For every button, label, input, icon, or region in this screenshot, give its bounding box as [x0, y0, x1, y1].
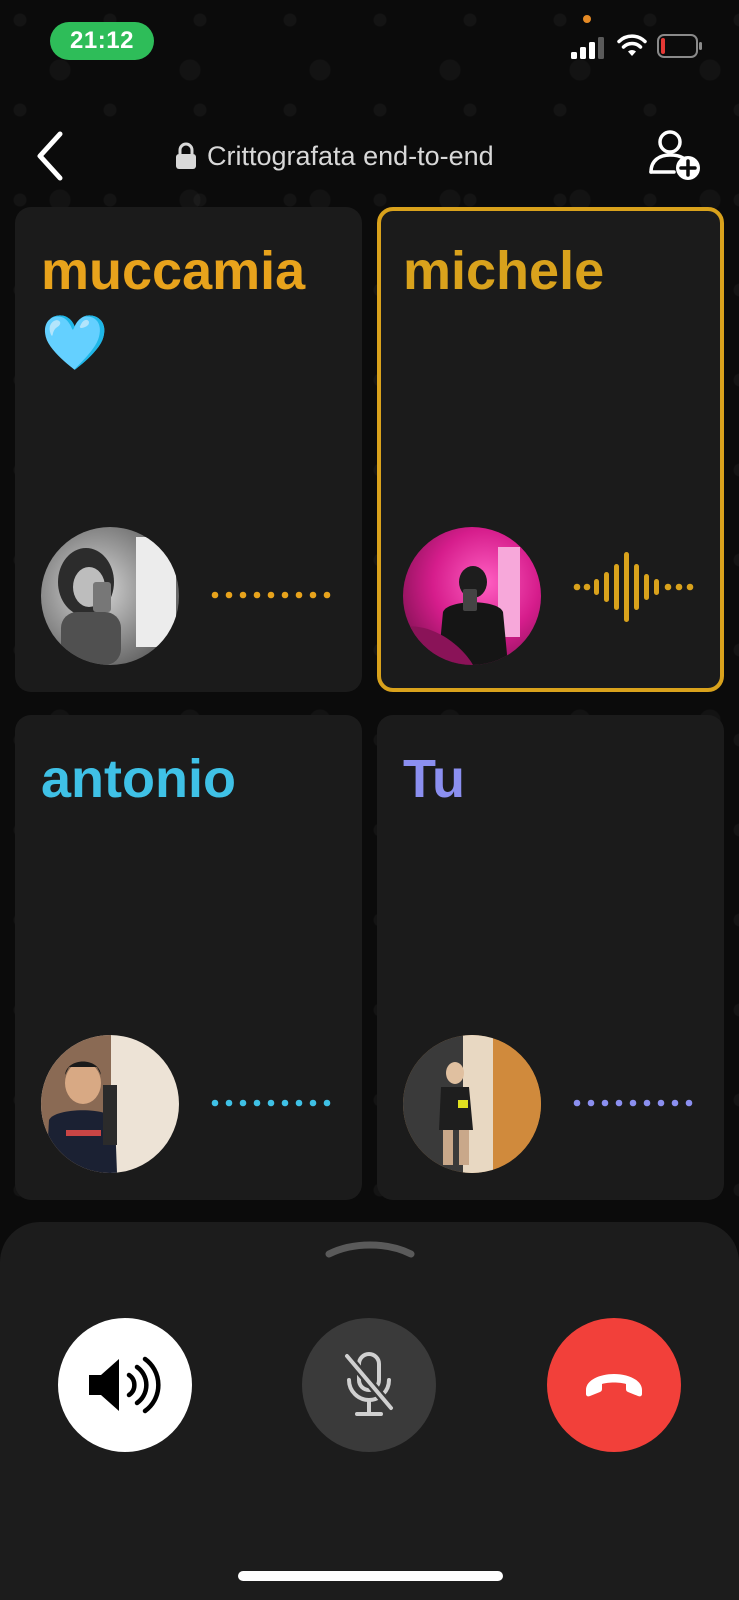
status-time: 21:12: [50, 22, 154, 60]
participant-name: antonio: [41, 749, 236, 809]
connecting-dots-indicator: [211, 1099, 331, 1107]
phone-hangup-icon: [586, 1374, 642, 1397]
connecting-dots-indicator: [573, 1099, 693, 1107]
microphone-muted-icon: [342, 1351, 396, 1416]
privacy-indicator-dot: [583, 15, 591, 23]
cellular-signal-icon: [571, 37, 604, 59]
speaker-button[interactable]: [58, 1318, 192, 1452]
mute-microphone-button[interactable]: [302, 1318, 436, 1452]
speaker-icon: [89, 1356, 161, 1414]
avatar: [403, 527, 541, 665]
encryption-notice: Crittografata end-to-end: [175, 138, 494, 174]
participant-tile-antonio[interactable]: antonio: [15, 715, 362, 1200]
participant-name: Tu: [403, 749, 465, 809]
wifi-icon: [617, 34, 647, 56]
avatar: [403, 1035, 541, 1173]
add-person-icon: [649, 130, 700, 180]
add-participant-button[interactable]: [648, 128, 702, 184]
encryption-label: Crittografata end-to-end: [207, 140, 494, 171]
connecting-dots-indicator: [211, 591, 331, 599]
status-bar: 21:12: [0, 0, 739, 90]
call-controls-panel: [0, 1222, 739, 1600]
end-call-button[interactable]: [547, 1318, 681, 1452]
avatar: [41, 527, 179, 665]
avatar: [41, 1035, 179, 1173]
participant-name: muccamia🩵: [41, 241, 306, 373]
back-button[interactable]: [30, 126, 74, 186]
expand-panel-handle[interactable]: [323, 1236, 417, 1260]
participant-tile-michele[interactable]: michele: [377, 207, 724, 692]
participant-tile-muccamia[interactable]: muccamia🩵: [15, 207, 362, 692]
participant-name: michele: [403, 241, 605, 301]
speaking-waveform-icon: [573, 552, 694, 622]
lock-icon: [176, 142, 196, 169]
participant-tile-self[interactable]: Tu: [377, 715, 724, 1200]
home-indicator[interactable]: [238, 1571, 503, 1581]
chevron-left-icon: [37, 131, 63, 181]
chevron-up-icon: [325, 1241, 415, 1258]
call-header: Crittografata end-to-end: [0, 120, 739, 192]
battery-low-icon: [657, 34, 702, 58]
